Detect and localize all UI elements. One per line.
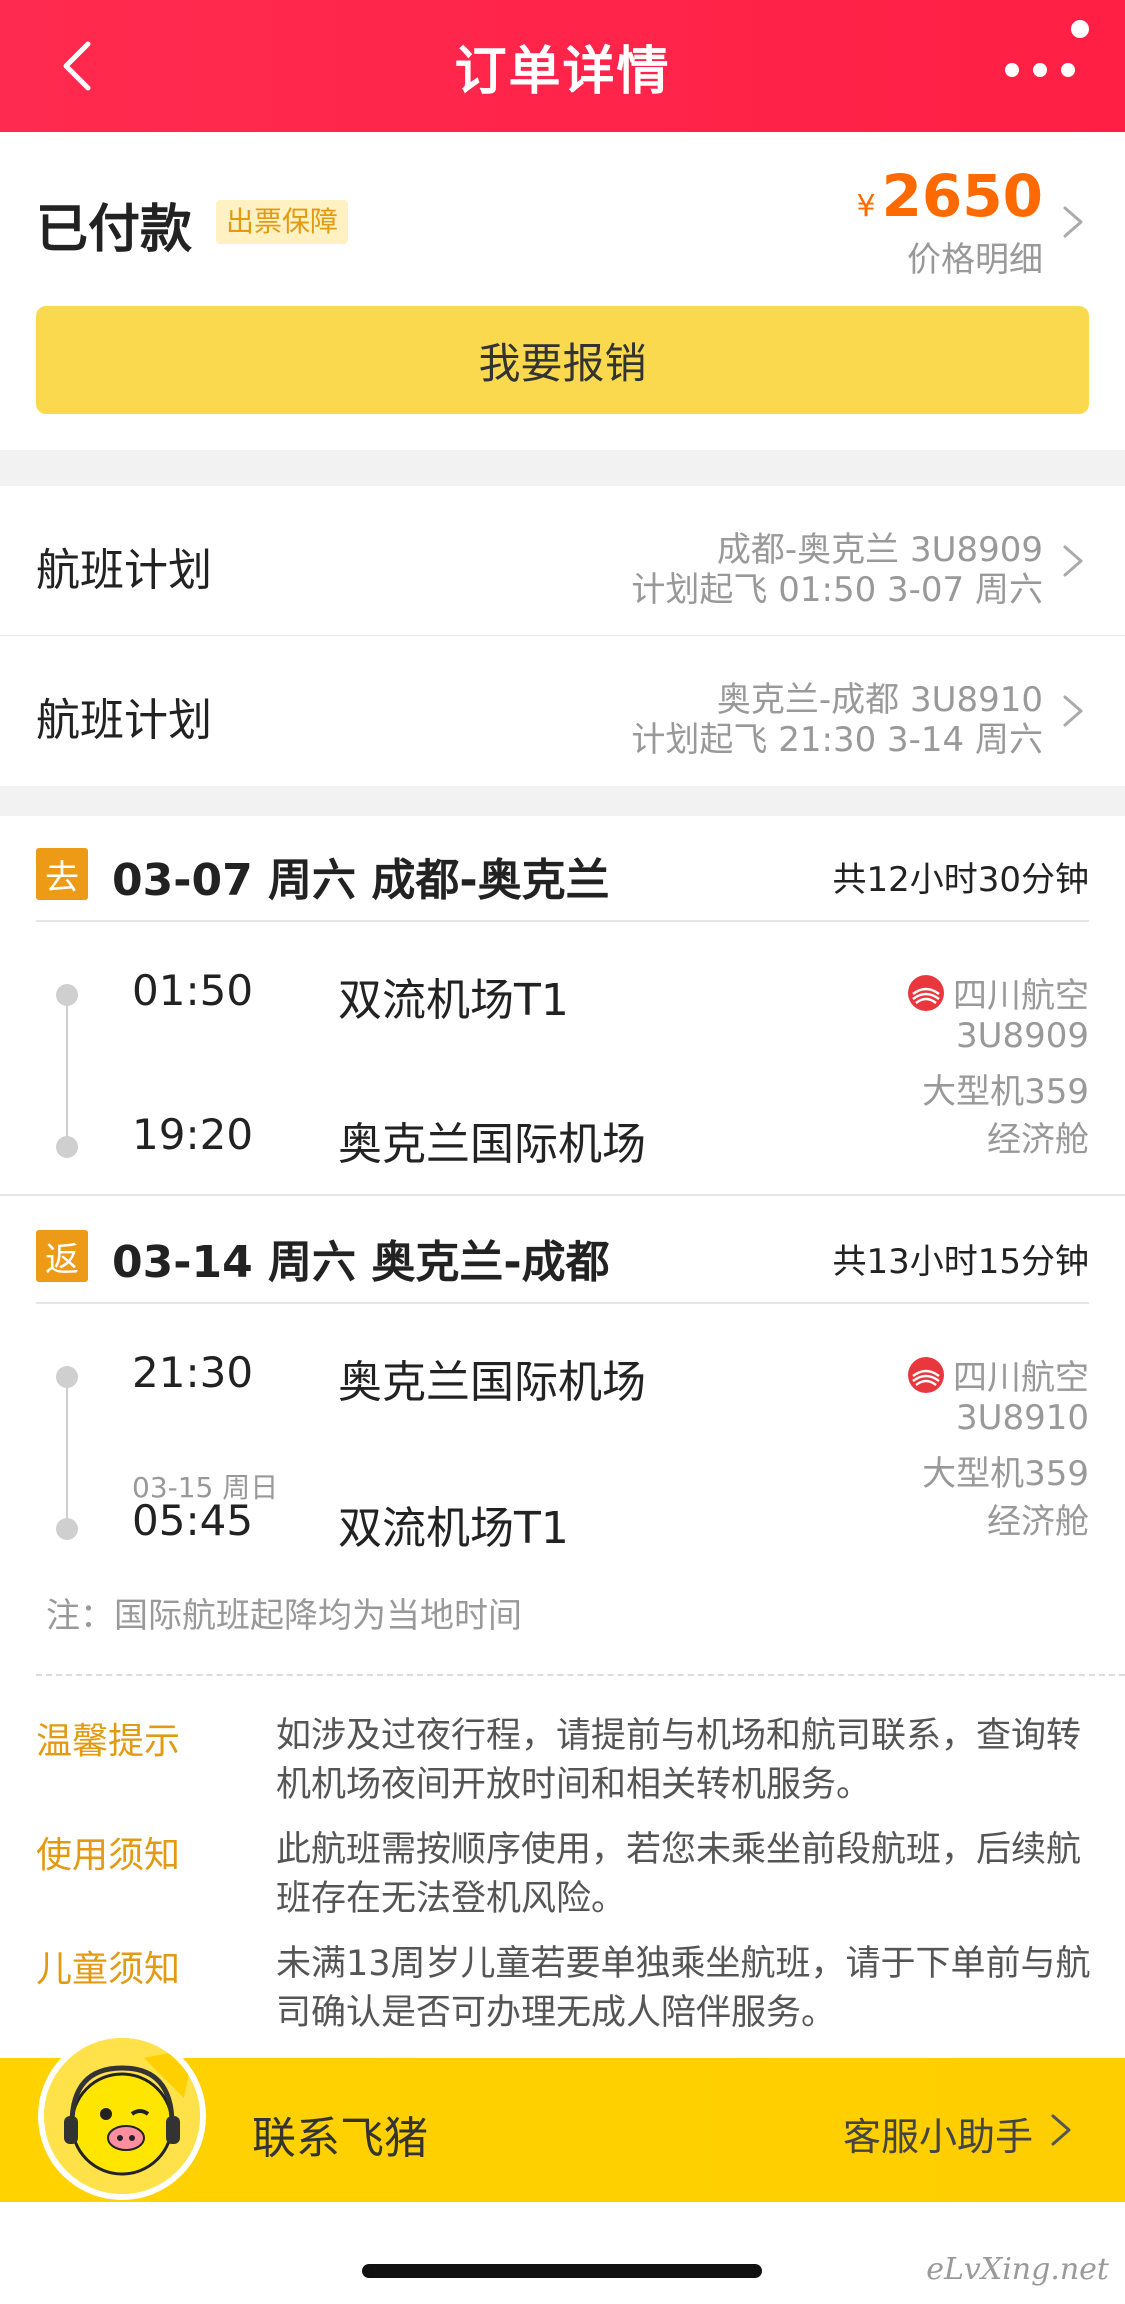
aircraft-type: 大型机359: [922, 1072, 1089, 1112]
tip-key: 温馨提示: [36, 1721, 181, 1762]
arrival-node: [56, 1136, 78, 1158]
arrival-time: 19:20: [132, 1110, 254, 1159]
order-status: 已付款: [36, 200, 193, 260]
page-title: 订单详情: [454, 41, 671, 102]
sichuan-airlines-logo-icon: [908, 974, 944, 1011]
departure-airport: 奥克兰国际机场: [338, 1357, 646, 1408]
dashed-divider: [36, 1674, 1125, 1676]
home-indicator: [362, 2264, 762, 2278]
currency-symbol: ¥: [856, 189, 876, 224]
reimburse-button[interactable]: 我要报销: [36, 306, 1089, 414]
price-detail-link[interactable]: 价格明细: [907, 232, 1043, 281]
flight-number: 3U8909: [955, 1016, 1089, 1056]
airline-info: 四川航空: [907, 1350, 1089, 1399]
return-segment: 返 03-14 周六 奥克兰-成都 共13小时15分钟 21:30 奥克兰国际机…: [0, 1198, 1125, 1598]
nav-header: 订单详情: [0, 0, 1125, 132]
section-divider: [0, 786, 1125, 816]
customer-service-assistant-link[interactable]: 客服小助手: [843, 2106, 1033, 2161]
chevron-right-icon: [1063, 545, 1083, 577]
pig-mascot-icon: [44, 2038, 200, 2194]
tip-key: 儿童须知: [36, 1949, 181, 1990]
arrival-airport: 双流机场T1: [338, 1503, 569, 1554]
chevron-right-icon[interactable]: [1059, 202, 1087, 242]
cabin-class: 经济舱: [987, 1120, 1089, 1160]
arrival-node: [56, 1518, 78, 1540]
segment-separator: [36, 920, 1089, 922]
tip-text: 如涉及过夜行程，请提前与机场和航司联系，查询转机机场夜间开放时间和相关转机服务。: [276, 1716, 1082, 1805]
tip-key: 使用须知: [36, 1835, 181, 1876]
segment-duration: 共13小时15分钟: [832, 1242, 1089, 1282]
back-icon[interactable]: [50, 36, 110, 96]
timeline-line: [66, 1000, 68, 1142]
tip-text: 此航班需按顺序使用，若您未乘坐前段航班，后续航班存在无法登机风险。: [276, 1830, 1082, 1919]
pig-mascot-avatar[interactable]: [38, 2032, 206, 2200]
notification-dot: [1071, 20, 1089, 38]
segment-heading: 03-14 周六 奥克兰-成都: [112, 1237, 610, 1288]
chevron-right-icon[interactable]: [1047, 2110, 1075, 2150]
price-amount: 2650: [881, 162, 1043, 230]
sichuan-airlines-logo-icon: [908, 1356, 944, 1393]
aircraft-type: 大型机359: [922, 1454, 1089, 1494]
ticket-guarantee-badge: 出票保障: [216, 200, 349, 244]
arrival-time: 05:45: [132, 1496, 254, 1545]
more-icon[interactable]: [1005, 50, 1075, 90]
segment-duration: 共12小时30分钟: [832, 860, 1089, 900]
departure-time: 21:30: [132, 1348, 254, 1397]
cabin-class: 经济舱: [987, 1502, 1089, 1542]
watermark: eLvXing.net: [926, 2252, 1109, 2287]
airline-name: 四川航空: [953, 976, 1089, 1016]
flight-plan-row[interactable]: 航班计划 成都-奥克兰 3U8909 计划起飞 01:50 3-07 周六: [0, 486, 1125, 636]
tip-text: 未满13周岁儿童若要单独乘坐航班，请于下单前与航司确认是否可办理无成人陪伴服务。: [276, 1944, 1091, 2033]
flight-number: 3U8910: [955, 1398, 1089, 1438]
section-divider: [0, 450, 1125, 486]
airline-info: 四川航空: [907, 968, 1089, 1017]
flight-plan-label: 航班计划: [36, 545, 212, 596]
flight-plan-row[interactable]: 航班计划 奥克兰-成都 3U8910 计划起飞 21:30 3-14 周六: [0, 636, 1125, 786]
outbound-tag: 去: [36, 848, 88, 900]
flight-plan-label: 航班计划: [36, 695, 212, 746]
return-tag: 返: [36, 1230, 88, 1282]
segment-heading: 03-07 周六 成都-奥克兰: [112, 855, 610, 906]
airline-name: 四川航空: [953, 1358, 1089, 1398]
payment-section: 已付款 出票保障 ¥ 2650 价格明细 我要报销: [0, 132, 1125, 450]
outbound-segment: 去 03-07 周六 成都-奥克兰 共12小时30分钟 01:50 双流机场T1…: [0, 816, 1125, 1196]
segment-separator: [36, 1302, 1089, 1304]
order-price[interactable]: ¥ 2650: [856, 162, 1043, 230]
arrival-airport: 奥克兰国际机场: [338, 1119, 646, 1170]
timeline-line: [66, 1382, 68, 1524]
departure-time: 01:50: [132, 966, 254, 1015]
local-time-note: 注：国际航班起降均为当地时间: [46, 1596, 522, 1636]
flight-plan-departure: 计划起飞 21:30 3-14 周六: [631, 720, 1043, 760]
departure-airport: 双流机场T1: [338, 975, 569, 1026]
flight-plan-departure: 计划起飞 01:50 3-07 周六: [631, 570, 1043, 610]
contact-fliggy-label[interactable]: 联系飞猪: [252, 2102, 428, 2166]
chevron-right-icon: [1063, 695, 1083, 727]
